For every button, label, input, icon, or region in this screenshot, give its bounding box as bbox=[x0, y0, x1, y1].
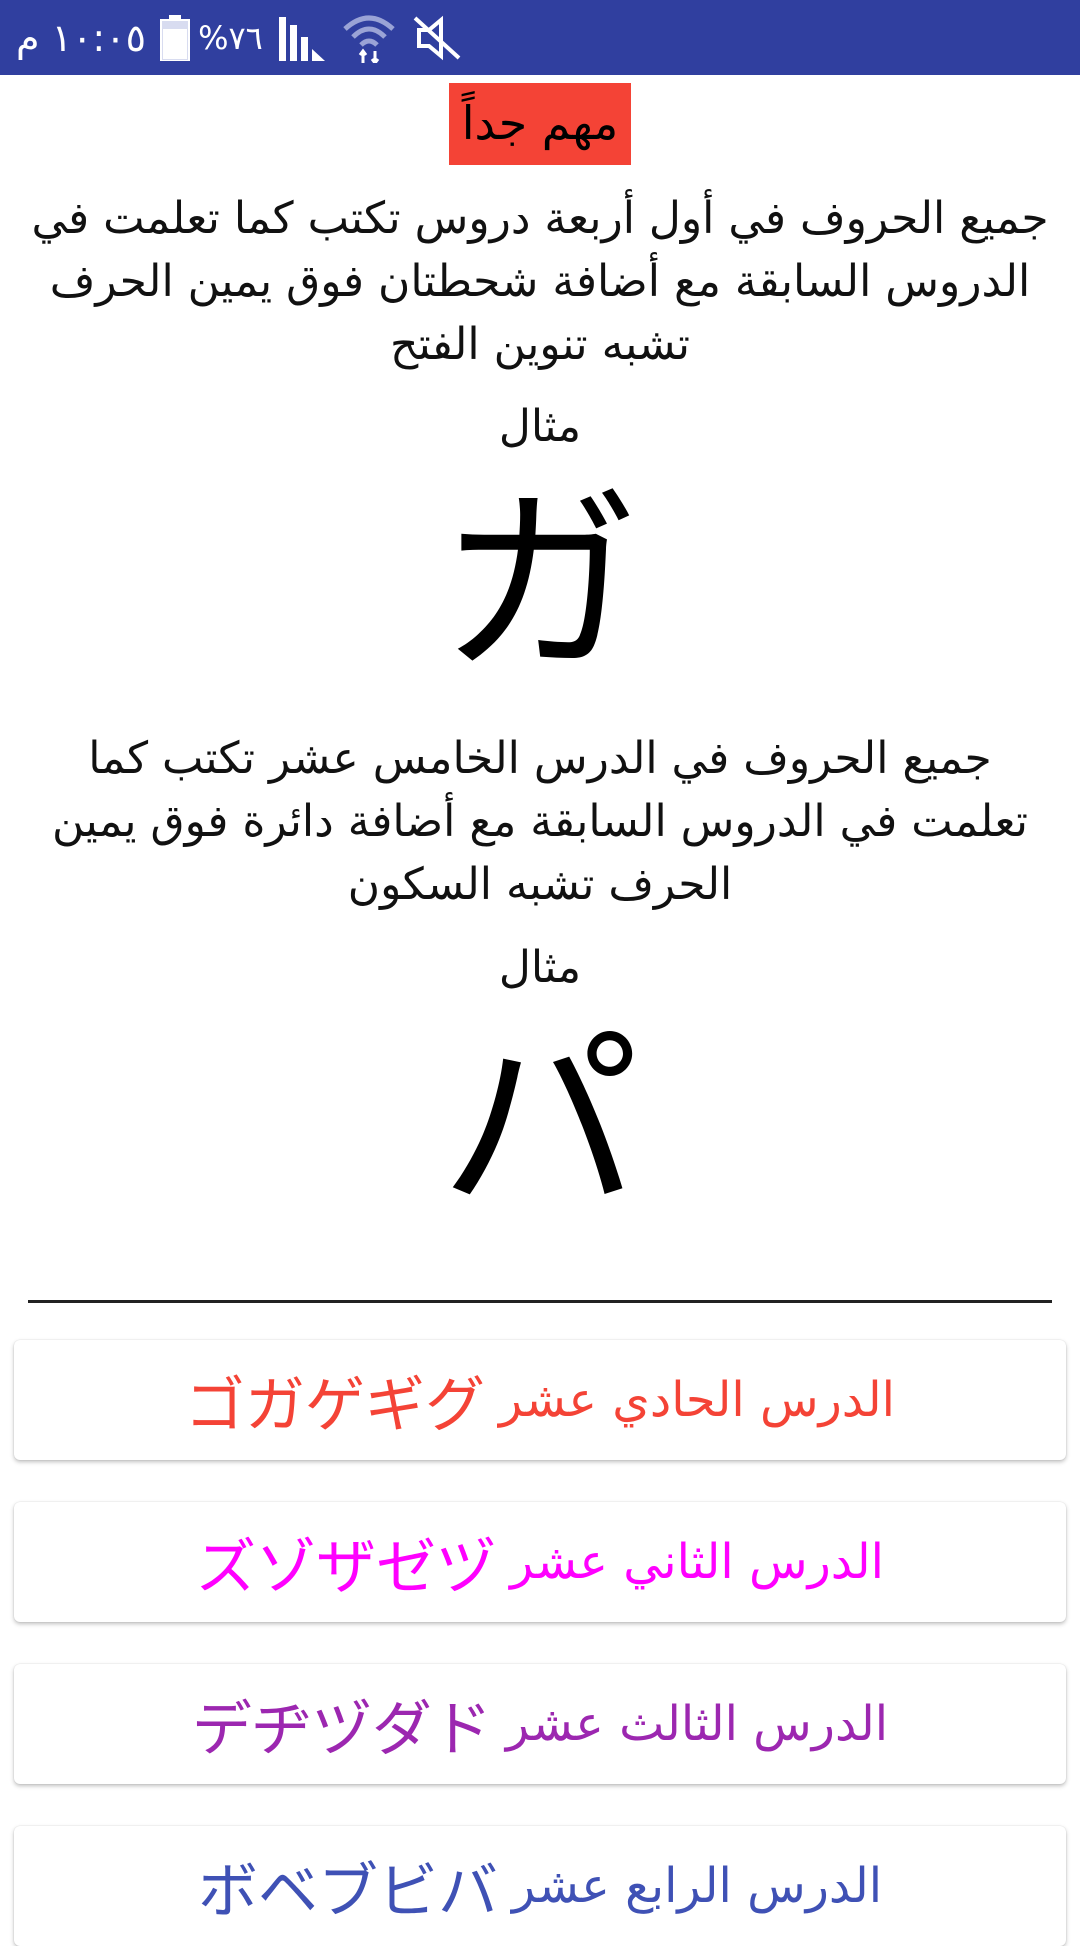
dakuten-explanation: جميع الحروف في أول أربعة دروس تكتب كما ت… bbox=[31, 193, 1049, 370]
lesson-14-button[interactable]: الدرس الرابع عشر ボベブビバ bbox=[14, 1826, 1066, 1946]
lesson-12-button[interactable]: الدرس الثاني عشر ズゾザゼヅ bbox=[14, 1502, 1066, 1622]
divider-line bbox=[28, 1300, 1052, 1303]
battery-icon bbox=[160, 14, 191, 61]
lesson-13-kana: デヂヅダド bbox=[191, 1694, 492, 1765]
mute-icon bbox=[411, 14, 463, 62]
status-time: ١٠:٠٥ م bbox=[16, 15, 147, 60]
lesson-13-label: الدرس الثالث عشر bbox=[505, 1696, 889, 1752]
example-label-2: مثال bbox=[498, 942, 582, 993]
battery-group: %٧٦ bbox=[160, 14, 263, 61]
status-bar-left: ١٠:٠٥ م %٧٦ bbox=[16, 0, 463, 75]
handakuten-explanation: جميع الحروف في الدرس الخامس عشر تكتب كما… bbox=[52, 733, 1028, 910]
lesson-11-button[interactable]: الدرس الحادي عشر ゴガゲギグ bbox=[14, 1340, 1066, 1460]
battery-percent: %٧٦ bbox=[198, 18, 263, 57]
example-kana-ga: ガ bbox=[439, 468, 640, 701]
example-label-1: مثال bbox=[498, 401, 582, 452]
lesson-11-label: الدرس الحادي عشر bbox=[499, 1372, 895, 1428]
lesson-12-kana: ズゾザゼヅ bbox=[196, 1532, 497, 1603]
important-header: مهم جداً bbox=[0, 83, 1080, 165]
lesson-12-label: الدرس الثاني عشر bbox=[510, 1534, 884, 1590]
lesson-14-label: الدرس الرابع عشر bbox=[511, 1858, 883, 1914]
lesson-14-kana: ボベブビバ bbox=[197, 1856, 498, 1927]
wifi-icon bbox=[341, 13, 397, 63]
signal-icon bbox=[277, 15, 327, 61]
lesson-intro-content: مهم جداً جميع الحروف في أول أربعة دروس ت… bbox=[0, 75, 1080, 1946]
example-kana-pa: パ bbox=[439, 1008, 640, 1241]
status-bar: ١٠:٠٥ م %٧٦ bbox=[0, 0, 1080, 75]
lesson-13-button[interactable]: الدرس الثالث عشر デヂヅダド bbox=[14, 1664, 1066, 1784]
lesson-11-kana: ゴガゲギグ bbox=[185, 1370, 486, 1441]
important-badge: مهم جداً bbox=[449, 83, 631, 165]
